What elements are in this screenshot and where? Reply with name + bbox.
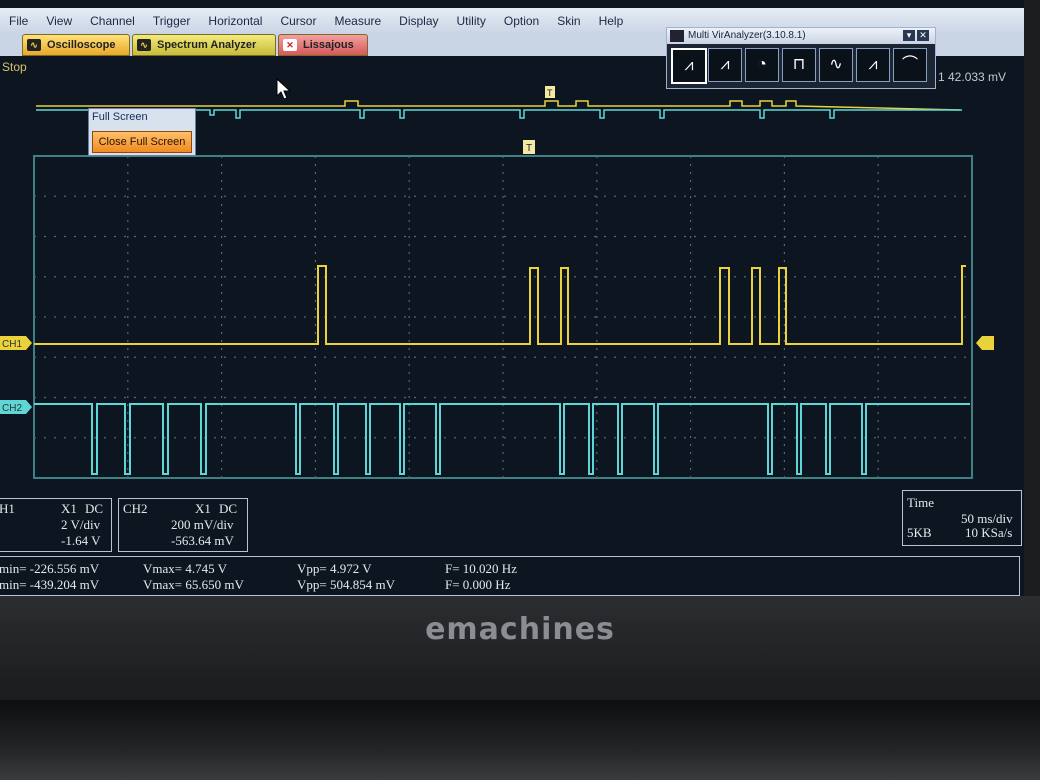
- ch2-vpp: Vpp= 504.854 mV: [297, 577, 395, 592]
- ch1-vmin: min= -226.556 mV: [0, 561, 100, 576]
- filter-mode-icon[interactable]: ⌒: [893, 48, 927, 82]
- spectrum-mode-icon[interactable]: ⩘: [708, 48, 742, 82]
- ch1-vpp: Vpp= 4.972 V: [297, 561, 372, 576]
- spectrum-history-mode-icon[interactable]: ⩘: [856, 48, 890, 82]
- multi-viranalyzer-window: Multi VirAnalyzer(3.10.8.1) ▾ ✕ ⩘ ⩘ ◔ ⊓ …: [666, 27, 936, 89]
- ch1-trace: [34, 265, 966, 345]
- ch1-frequency: F= 10.020 Hz: [445, 561, 517, 576]
- ch2-vmax: Vmax= 65.650 mV: [143, 577, 244, 592]
- ch2-marker-label: CH2: [2, 403, 22, 414]
- full-screen-popup: Full Screen Close Full Screen: [88, 108, 196, 156]
- ch2-volts-div: 200 mV/div: [171, 517, 234, 532]
- close-full-screen-button[interactable]: Close Full Screen: [92, 131, 192, 153]
- ch2-frequency: F= 0.000 Hz: [445, 577, 511, 592]
- ch2-trace: [34, 403, 970, 475]
- analyzer-title: Multi VirAnalyzer(3.10.8.1): [688, 30, 806, 41]
- close-icon[interactable]: ✕: [917, 30, 929, 41]
- dds-mode-icon[interactable]: ∿: [819, 48, 853, 82]
- ch1-volts-div: 2 V/div: [61, 517, 101, 532]
- laptop-hinge: [0, 700, 1040, 780]
- oscilloscope-mode-icon[interactable]: ⩘: [671, 48, 707, 84]
- ch1-coupling: DC: [85, 501, 104, 516]
- full-screen-label: Full Screen: [92, 111, 148, 123]
- ch2-vmin: min= -439.204 mV: [0, 577, 100, 592]
- memory-depth: 5KB: [907, 525, 932, 540]
- measurement-bar: min= -226.556 mV min= -439.204 mV Vmax= …: [0, 556, 1020, 596]
- graticule-grid: [34, 156, 972, 478]
- analyzer-title-bar[interactable]: Multi VirAnalyzer(3.10.8.1) ▾ ✕: [667, 28, 935, 44]
- pulse-generator-mode-icon[interactable]: ⊓: [782, 48, 816, 82]
- ch1-marker-label: CH1: [2, 339, 22, 350]
- ch1-panel-title: H1: [0, 501, 15, 516]
- ch2-probe: X1: [195, 501, 211, 516]
- ch2-panel-title: CH2: [123, 501, 148, 516]
- ch1-info-panel[interactable]: H1 X1 DC 2 V/div -1.64 V: [0, 498, 112, 552]
- ch1-vmax: Vmax= 4.745 V: [143, 561, 228, 576]
- ch2-info-panel[interactable]: CH2 X1 DC 200 mV/div -563.64 mV: [118, 498, 248, 552]
- mouse-pointer-icon: [276, 78, 292, 100]
- trigger-position-letter: T: [526, 143, 532, 154]
- recorder-mode-icon[interactable]: ◔: [745, 48, 779, 82]
- ch1-offset: -1.64 V: [61, 533, 101, 548]
- app-logo-icon: [670, 30, 684, 42]
- timebase-panel[interactable]: Time 50 ms/div 5KB 10 KSa/s: [902, 490, 1022, 546]
- overview-trigger-letter: T: [547, 88, 553, 98]
- ch1-probe: X1: [61, 501, 77, 516]
- brand-logo: emachines: [425, 612, 615, 647]
- dropdown-icon[interactable]: ▾: [903, 30, 915, 41]
- time-label: Time: [907, 495, 934, 510]
- trigger-level-marker[interactable]: [976, 336, 994, 350]
- ch2-coupling: DC: [219, 501, 238, 516]
- ch2-offset: -563.64 mV: [171, 533, 234, 548]
- sample-rate: 10 KSa/s: [965, 525, 1013, 540]
- oscilloscope-screen: File View Channel Trigger Horizontal Cur…: [0, 0, 1024, 598]
